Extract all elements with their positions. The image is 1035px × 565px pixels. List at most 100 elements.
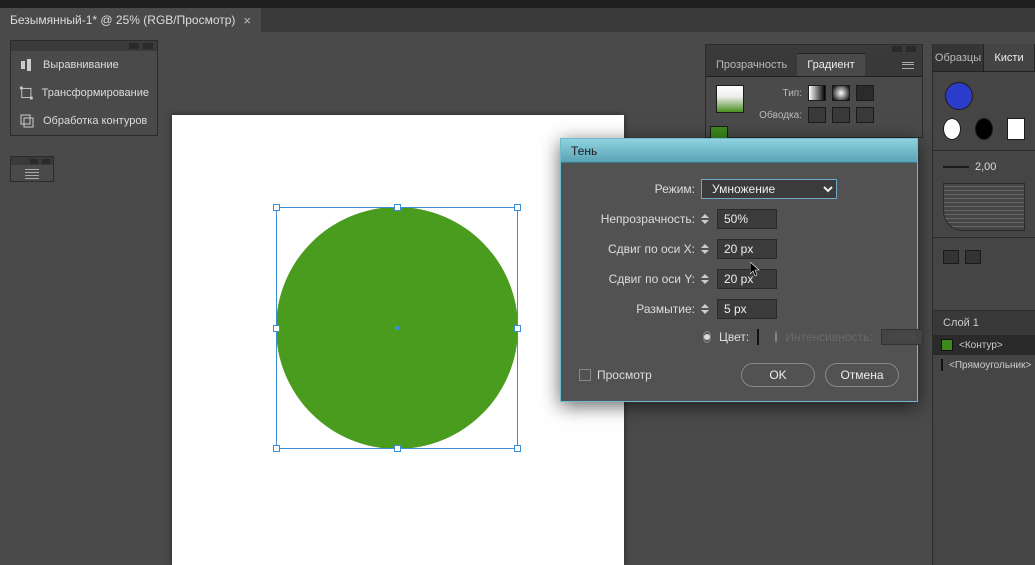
dialog-title: Тень — [571, 144, 597, 158]
opacity-label: Непрозрачность: — [579, 212, 695, 226]
cancel-button[interactable]: Отмена — [825, 363, 899, 387]
close-icon[interactable]: × — [243, 14, 251, 27]
tab-swatches[interactable]: Образцы — [933, 44, 984, 71]
panel-item-align[interactable]: Выравнивание — [11, 51, 157, 79]
selection-handle[interactable] — [394, 204, 401, 211]
selection-handle[interactable] — [514, 204, 521, 211]
panel-item-label: Трансформирование — [42, 87, 149, 99]
offset-x-input[interactable]: 20 px — [717, 239, 777, 259]
ok-button[interactable]: OK — [741, 363, 815, 387]
transform-icon — [19, 85, 34, 101]
layer-row[interactable]: <Контур> — [933, 335, 1035, 355]
mode-select[interactable]: Умножение — [701, 179, 837, 199]
layers-panel: Слой 1 <Контур> <Прямоугольник> — [933, 310, 1035, 375]
gradient-panel: Прозрачность Градиент Тип: Обводка: — [705, 44, 923, 138]
offset-x-label: Сдвиг по оси X: — [579, 242, 695, 256]
blur-label: Размытие: — [579, 302, 695, 316]
panel-titlebar[interactable] — [11, 157, 53, 165]
mode-row: Режим: Умножение — [579, 179, 899, 199]
opacity-input[interactable]: 50% — [717, 209, 777, 229]
selection-handle[interactable] — [273, 204, 280, 211]
gradient-preview[interactable] — [716, 85, 744, 113]
gradient-type-freeform[interactable] — [856, 85, 874, 101]
stroke-label: Обводка: — [754, 110, 802, 121]
brush-swatch[interactable] — [945, 82, 973, 110]
stepper[interactable] — [701, 300, 713, 318]
gradient-type-linear[interactable] — [808, 85, 826, 101]
swatch[interactable] — [975, 118, 993, 140]
offset-y-row: Сдвиг по оси Y: 20 px — [579, 269, 899, 289]
layer-row[interactable]: <Прямоугольник> — [933, 355, 1035, 375]
document-tab[interactable]: Безымянный-1* @ 25% (RGB/Просмотр) × — [0, 8, 261, 32]
selection-handle[interactable] — [273, 445, 280, 452]
color-chip[interactable] — [757, 329, 759, 345]
offset-x-row: Сдвиг по оси X: 20 px — [579, 239, 899, 259]
selected-object[interactable] — [276, 207, 518, 449]
blur-row: Размытие: 5 px — [579, 299, 899, 319]
right-dock: Образцы Кисти 2,00 Слой 1 <Контур> <Прям… — [932, 44, 1035, 565]
artboard[interactable] — [172, 115, 624, 565]
swatch[interactable] — [943, 118, 961, 140]
panel-icon[interactable] — [965, 250, 981, 264]
collapse-icon[interactable] — [892, 46, 902, 52]
stepper[interactable] — [701, 240, 713, 258]
pathfinder-icon — [19, 113, 35, 129]
collapse-icon[interactable] — [30, 159, 38, 164]
stroke-icon — [943, 166, 969, 168]
panel-titlebar[interactable] — [706, 45, 922, 53]
shadow-dialog: Тень Режим: Умножение Непрозрачность: 50… — [560, 138, 918, 402]
left-panel: Выравнивание Трансформирование Обработка… — [10, 40, 158, 136]
panel-item-transform[interactable]: Трансформирование — [11, 79, 157, 107]
close-icon[interactable] — [906, 46, 916, 52]
document-tab-bar: Безымянный-1* @ 25% (RGB/Просмотр) × — [0, 8, 1035, 32]
align-icon — [19, 57, 35, 73]
left-mini-panel — [10, 156, 54, 182]
collapse-icon[interactable] — [129, 43, 139, 49]
intensity-radio[interactable] — [775, 331, 777, 343]
intensity-value: 100% — [881, 329, 923, 345]
tab-gradient[interactable]: Градиент — [797, 53, 864, 76]
selection-handle[interactable] — [514, 445, 521, 452]
offset-y-input[interactable]: 20 px — [717, 269, 777, 289]
swatch[interactable] — [1007, 118, 1025, 140]
close-icon[interactable] — [143, 43, 153, 49]
gradient-stroke-option[interactable] — [808, 107, 826, 123]
panel-menu-icon[interactable] — [900, 59, 916, 71]
preview-label: Просмотр — [597, 368, 652, 382]
color-radio[interactable] — [703, 331, 711, 343]
panel-item-pathfinder[interactable]: Обработка контуров — [11, 107, 157, 135]
selection-handle[interactable] — [273, 325, 280, 332]
dialog-titlebar[interactable]: Тень — [561, 139, 917, 163]
preview-checkbox[interactable]: Просмотр — [579, 368, 652, 382]
tab-brushes[interactable]: Кисти — [984, 44, 1035, 71]
document-tab-title: Безымянный-1* @ 25% (RGB/Просмотр) — [10, 13, 235, 27]
gradient-stroke-option[interactable] — [832, 107, 850, 123]
opacity-row: Непрозрачность: 50% — [579, 209, 899, 229]
panel-icon[interactable] — [943, 250, 959, 264]
intensity-label: Интенсивность: — [785, 330, 872, 344]
brush-preview[interactable] — [943, 183, 1025, 231]
layers-header[interactable]: Слой 1 — [933, 311, 1035, 335]
layer-color-chip — [941, 359, 943, 371]
selection-handle[interactable] — [394, 445, 401, 452]
offset-y-label: Сдвиг по оси Y: — [579, 272, 695, 286]
stepper[interactable] — [701, 270, 713, 288]
layer-color-chip — [941, 339, 953, 351]
layer-label: <Прямоугольник> — [949, 360, 1031, 371]
gradient-stroke-option[interactable] — [856, 107, 874, 123]
menu-icon[interactable] — [25, 169, 39, 179]
canvas[interactable] — [172, 115, 624, 565]
selection-center-icon — [395, 326, 399, 330]
blur-input[interactable]: 5 px — [717, 299, 777, 319]
stepper[interactable] — [701, 210, 713, 228]
checkbox-icon[interactable] — [579, 369, 591, 381]
selection-handle[interactable] — [514, 325, 521, 332]
panel-titlebar[interactable] — [11, 41, 157, 51]
stroke-weight-value[interactable]: 2,00 — [975, 161, 996, 173]
panel-item-label: Обработка контуров — [43, 115, 147, 127]
close-icon[interactable] — [42, 159, 50, 164]
gradient-type-radial[interactable] — [832, 85, 850, 101]
panel-item-label: Выравнивание — [43, 59, 119, 71]
layer-label: <Контур> — [959, 340, 1003, 351]
tab-transparency[interactable]: Прозрачность — [706, 53, 797, 76]
